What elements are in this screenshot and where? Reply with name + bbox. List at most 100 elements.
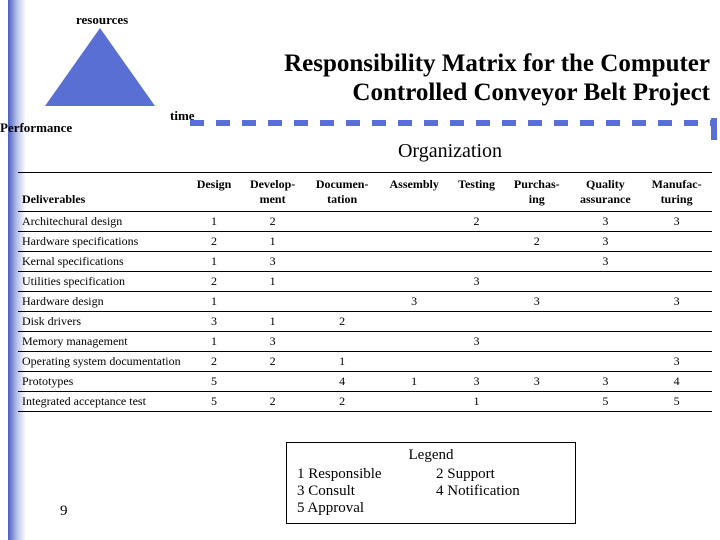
triangle-diagram: resources time xyxy=(20,8,180,106)
cell xyxy=(641,312,712,332)
row-label: Architechural design xyxy=(18,212,188,232)
cell xyxy=(641,252,712,272)
cell: 2 xyxy=(504,232,570,252)
cell: 3 xyxy=(570,212,642,232)
cell xyxy=(449,292,504,312)
row-label: Disk drivers xyxy=(18,312,188,332)
cell: 5 xyxy=(188,372,240,392)
cell xyxy=(570,312,642,332)
legend-item-1: 1 Responsible xyxy=(297,466,426,483)
table-row: Memory management133 xyxy=(18,332,712,352)
cell xyxy=(379,392,449,412)
cell xyxy=(379,252,449,272)
cell xyxy=(449,312,504,332)
table-row: Hardware specifications2123 xyxy=(18,232,712,252)
cell xyxy=(570,292,642,312)
cell xyxy=(449,252,504,272)
cell xyxy=(305,292,379,312)
cell xyxy=(379,352,449,372)
cell xyxy=(305,232,379,252)
cell: 2 xyxy=(240,352,305,372)
row-label: Hardware design xyxy=(18,292,188,312)
row-label: Operating system documentation xyxy=(18,352,188,372)
cell: 2 xyxy=(240,212,305,232)
cell xyxy=(504,252,570,272)
cell: 3 xyxy=(570,232,642,252)
cell: 3 xyxy=(641,212,712,232)
organization-heading: Organization xyxy=(320,140,580,163)
cell: 1 xyxy=(188,212,240,232)
cell: 5 xyxy=(570,392,642,412)
table-row: Architechural design12233 xyxy=(18,212,712,232)
table-row: Disk drivers312 xyxy=(18,312,712,332)
cell xyxy=(449,352,504,372)
cell xyxy=(379,312,449,332)
cell xyxy=(305,252,379,272)
cell: 1 xyxy=(240,232,305,252)
cell: 4 xyxy=(641,372,712,392)
cell: 1 xyxy=(188,332,240,352)
cell xyxy=(504,352,570,372)
table-row: Prototypes5413334 xyxy=(18,372,712,392)
col-manufacturing: Manufac-turing xyxy=(641,173,712,212)
cell: 3 xyxy=(449,332,504,352)
cell: 1 xyxy=(305,352,379,372)
cell: 1 xyxy=(188,292,240,312)
cell xyxy=(504,212,570,232)
cell xyxy=(641,332,712,352)
table-header-row: Deliverables Design Develop-ment Documen… xyxy=(18,173,712,212)
triangle-label-performance: Performance xyxy=(0,120,72,136)
cell xyxy=(379,272,449,292)
legend-box: Legend 1 Responsible 2 Support 3 Consult… xyxy=(286,442,576,524)
title-underline-end xyxy=(711,118,717,140)
table-row: Hardware design1 3 3 3 xyxy=(18,292,712,312)
cell: 3 xyxy=(379,292,449,312)
cell: 1 xyxy=(188,252,240,272)
table-row: Operating system documentation2213 xyxy=(18,352,712,372)
col-assembly: Assembly xyxy=(379,173,449,212)
col-deliverables: Deliverables xyxy=(18,173,188,212)
row-label: Integrated acceptance test xyxy=(18,392,188,412)
cell xyxy=(379,332,449,352)
cell: 3 xyxy=(641,352,712,372)
cell xyxy=(570,272,642,292)
cell xyxy=(305,332,379,352)
table-row: Integrated acceptance test522155 xyxy=(18,392,712,412)
cell: 5 xyxy=(641,392,712,412)
cell: 4 xyxy=(305,372,379,392)
cell: 3 xyxy=(641,292,712,312)
cell xyxy=(240,292,305,312)
title-line-2: Controlled Conveyor Belt Project xyxy=(352,79,710,106)
table-row: Kernal specifications133 xyxy=(18,252,712,272)
col-purchasing: Purchas-ing xyxy=(504,173,570,212)
title-line-1: Responsibility Matrix for the Computer xyxy=(284,50,710,77)
cell: 1 xyxy=(379,372,449,392)
col-documentation: Documen-tation xyxy=(305,173,379,212)
legend-item-4: 4 Notification xyxy=(436,483,565,500)
cell xyxy=(449,232,504,252)
cell: 3 xyxy=(188,312,240,332)
cell: 3 xyxy=(449,372,504,392)
cell xyxy=(240,372,305,392)
cell xyxy=(641,272,712,292)
cell: 1 xyxy=(240,312,305,332)
legend-grid: 1 Responsible 2 Support 3 Consult 4 Noti… xyxy=(297,466,565,517)
cell: 3 xyxy=(504,292,570,312)
cell xyxy=(504,312,570,332)
legend-item-3: 3 Consult xyxy=(297,483,426,500)
row-label: Kernal specifications xyxy=(18,252,188,272)
row-label: Prototypes xyxy=(18,372,188,392)
cell xyxy=(504,392,570,412)
cell xyxy=(379,232,449,252)
legend-item-5: 5 Approval xyxy=(297,500,426,517)
cell: 2 xyxy=(305,392,379,412)
slide-number: 9 xyxy=(60,503,68,520)
slide-title: Responsibility Matrix for the Computer C… xyxy=(190,50,710,108)
cell: 3 xyxy=(570,372,642,392)
cell xyxy=(305,272,379,292)
cell: 5 xyxy=(188,392,240,412)
cell xyxy=(570,332,642,352)
cell: 1 xyxy=(240,272,305,292)
responsibility-matrix-table: Deliverables Design Develop-ment Documen… xyxy=(18,172,712,412)
cell: 3 xyxy=(240,332,305,352)
